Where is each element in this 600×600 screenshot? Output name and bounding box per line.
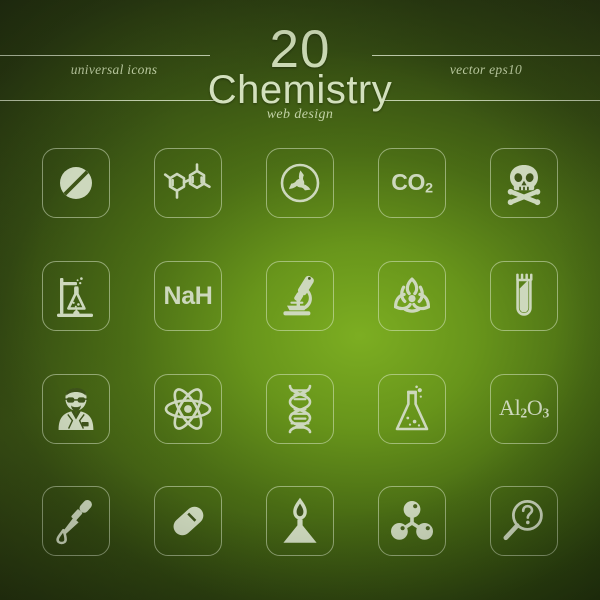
tablet-icon	[60, 167, 92, 199]
radiation-icon	[280, 163, 320, 203]
alcohol-burner-icon	[283, 497, 317, 543]
icon-tile-conical-flask[interactable]	[378, 374, 446, 444]
conical-flask-icon	[395, 385, 429, 431]
icon-tile-bunsen-burner[interactable]	[42, 261, 110, 331]
dropper-pipette-icon	[56, 500, 92, 545]
icon-grid: CO2 NaH Al2O3	[42, 148, 558, 556]
molecule-atoms-icon	[391, 501, 433, 540]
test-tube-icon	[516, 273, 533, 316]
molecule-rings-icon	[163, 163, 211, 199]
scientist-icon	[58, 388, 94, 430]
al2o3-formula-icon: Al2O3	[498, 395, 550, 421]
header-tag-left: universal icons	[70, 62, 158, 77]
poster-canvas: 20 Chemistry web design universal icons …	[0, 0, 600, 600]
poison-skull-icon	[507, 165, 541, 206]
icon-tile-molecule-atoms[interactable]	[378, 486, 446, 556]
nah-formula-icon: NaH	[163, 281, 213, 310]
atom-icon	[164, 388, 212, 430]
magnifier-question-icon	[503, 499, 543, 541]
icon-tile-scientist[interactable]	[42, 374, 110, 444]
capsule-pill-icon	[173, 506, 204, 536]
icon-tile-capsule[interactable]	[154, 486, 222, 556]
icon-tile-radiation[interactable]	[266, 148, 334, 218]
icon-tile-tablet[interactable]	[42, 148, 110, 218]
icon-tile-molecule-rings[interactable]	[154, 148, 222, 218]
icon-tile-poison-skull[interactable]	[490, 148, 558, 218]
icon-tile-atom[interactable]	[154, 374, 222, 444]
poster-header: 20 Chemistry web design universal icons …	[0, 0, 600, 132]
icon-tile-alcohol-burner[interactable]	[266, 486, 334, 556]
header-tag-right: vector eps10	[449, 62, 523, 77]
icon-tile-test-tube[interactable]	[490, 261, 558, 331]
icon-tile-co2[interactable]: CO2	[378, 148, 446, 218]
bunsen-burner-icon	[57, 277, 93, 317]
icon-tile-biohazard[interactable]	[378, 261, 446, 331]
microscope-icon	[283, 275, 314, 316]
co2-formula-icon: CO2	[391, 168, 433, 197]
icon-tile-dna[interactable]	[266, 374, 334, 444]
page-subtitle: web design	[266, 107, 334, 122]
icon-tile-al2o3[interactable]: Al2O3	[490, 374, 558, 444]
dna-icon	[288, 384, 312, 434]
icon-tile-pipette[interactable]	[42, 486, 110, 556]
icon-tile-microscope[interactable]	[266, 261, 334, 331]
icon-tile-magnifier-question[interactable]	[490, 486, 558, 556]
icon-tile-nah[interactable]: NaH	[154, 261, 222, 331]
biohazard-icon	[393, 277, 431, 313]
